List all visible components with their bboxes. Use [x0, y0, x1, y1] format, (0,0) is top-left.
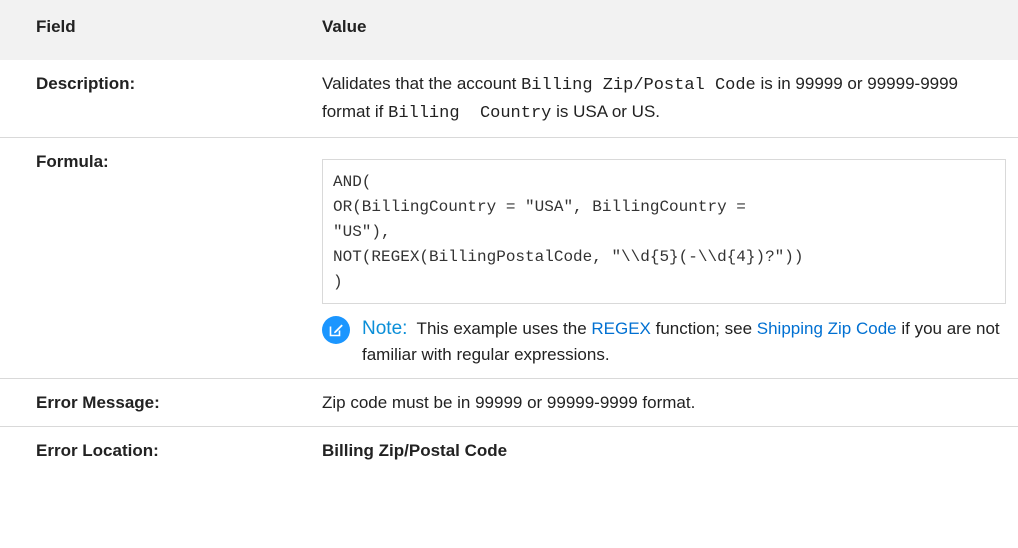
code-line: AND( [333, 173, 372, 191]
formula-code-block: AND( OR(BillingCountry = "USA", BillingC… [322, 159, 1006, 304]
description-code-billing-country: Billing Country [388, 104, 552, 123]
edit-note-icon [322, 316, 350, 344]
note-text: Note: This example uses the REGEX functi… [362, 316, 1006, 368]
description-value: Validates that the account Billing Zip/P… [312, 60, 1018, 138]
edit-note-icon-glyph [329, 324, 343, 337]
regex-link[interactable]: REGEX [591, 319, 651, 338]
formula-value: AND( OR(BillingCountry = "USA", BillingC… [312, 137, 1018, 379]
description-code-billing-zip: Billing Zip/Postal Code [521, 76, 756, 95]
note-body-text: function; see [650, 319, 757, 338]
formula-label: Formula: [0, 137, 312, 379]
table-row: Error Message: Zip code must be in 99999… [0, 378, 1018, 427]
table-row: Formula: AND( OR(BillingCountry = "USA",… [0, 137, 1018, 379]
code-line: NOT(REGEX(BillingPostalCode, "\\d{5}(-\\… [333, 248, 804, 266]
note-body-text: This example uses the [407, 319, 592, 338]
code-line: ) [333, 273, 343, 291]
code-line: "US"), [333, 223, 391, 241]
value-column-header: Value [312, 0, 1018, 60]
note-callout: Note: This example uses the REGEX functi… [322, 316, 1006, 368]
table-row: Description: Validates that the account … [0, 60, 1018, 138]
error-location-value: Billing Zip/Postal Code [322, 441, 508, 460]
error-message-label: Error Message: [0, 378, 312, 427]
description-text: is USA or US. [551, 102, 660, 121]
error-location-label: Error Location: [36, 441, 159, 460]
description-text: Validates that the account [322, 74, 522, 93]
description-label: Description: [0, 60, 312, 138]
field-column-header: Field [0, 0, 312, 60]
shipping-zip-code-link[interactable]: Shipping Zip Code [757, 319, 897, 338]
table-row: Error Location: Billing Zip/Postal Code [0, 427, 1018, 475]
note-label: Note: [362, 318, 408, 339]
code-line: OR(BillingCountry = "USA", BillingCountr… [333, 198, 746, 216]
validation-rule-table: Field Value Description: Validates that … [0, 0, 1018, 474]
error-message-value: Zip code must be in 99999 or 99999-9999 … [312, 378, 1018, 427]
table-header-row: Field Value [0, 0, 1018, 60]
